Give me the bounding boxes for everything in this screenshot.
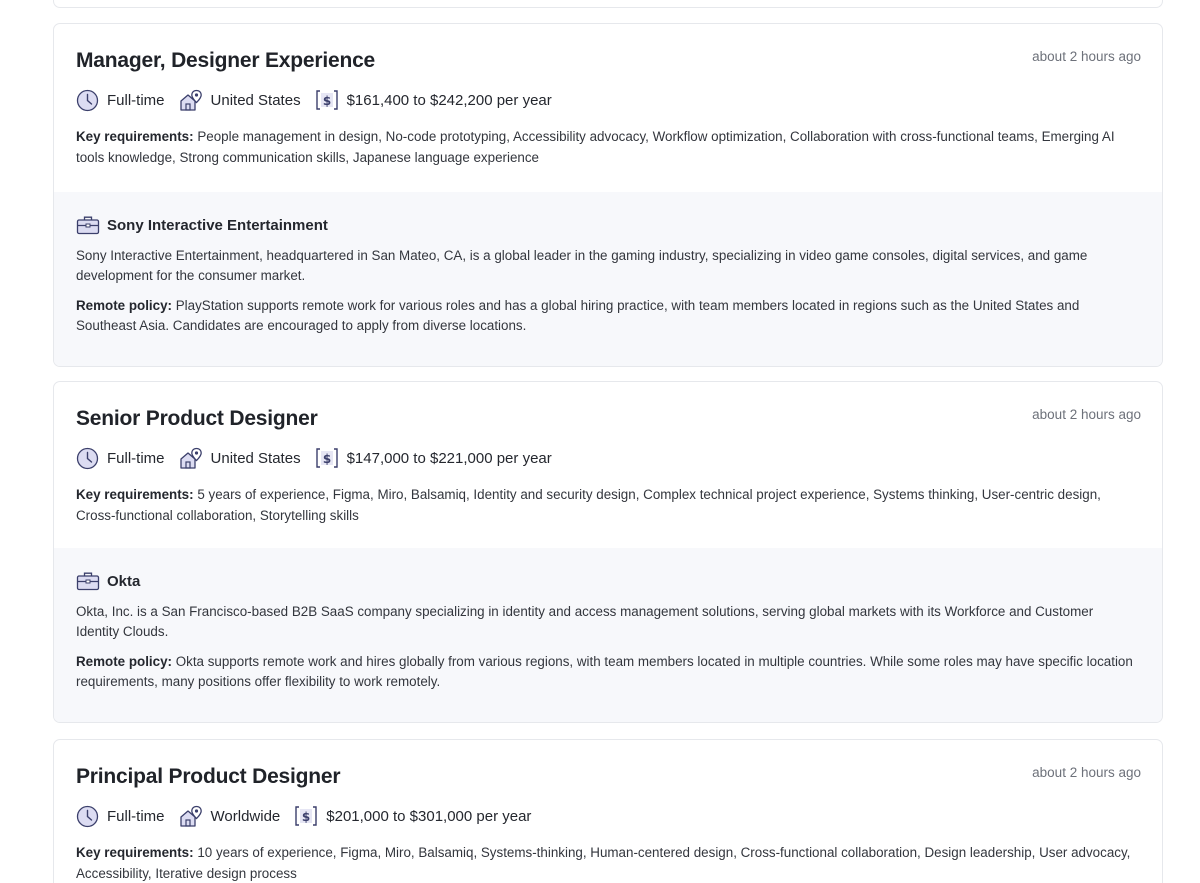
location-label: Worldwide — [210, 807, 281, 825]
remote-policy-label: Remote policy: — [76, 298, 172, 313]
company-name[interactable]: Okta — [107, 573, 140, 590]
briefcase-icon — [76, 571, 100, 591]
key-requirements: Key requirements: People management in d… — [76, 127, 1140, 168]
job-location: United States — [179, 89, 301, 112]
svg-text:$: $ — [302, 810, 310, 824]
company-header: Sony Interactive Entertainment — [76, 214, 1140, 236]
posted-time: about 2 hours ago — [1032, 765, 1141, 780]
job-location: United States — [179, 447, 301, 470]
key-requirements-text: People management in design, No-code pro… — [76, 129, 1115, 165]
company-name[interactable]: Sony Interactive Entertainment — [107, 217, 328, 234]
job-card[interactable]: Principal Product Designer about 2 hours… — [53, 739, 1163, 883]
clock-icon — [76, 89, 99, 112]
company-panel: Okta Okta, Inc. is a San Francisco-based… — [54, 548, 1162, 722]
job-details: Principal Product Designer about 2 hours… — [54, 740, 1162, 883]
employment-type-label: Full-time — [107, 449, 165, 467]
clock-icon — [76, 805, 99, 828]
dollar-icon: $ — [315, 89, 339, 111]
key-requirements-label: Key requirements: — [76, 129, 194, 144]
location-label: United States — [210, 91, 301, 109]
job-meta: Full-time Worldwide $ $201,000 to $301,0… — [76, 804, 1140, 828]
previous-job-card[interactable] — [53, 0, 1163, 8]
key-requirements: Key requirements: 10 years of experience… — [76, 843, 1140, 883]
job-meta: Full-time United States $ $147,000 to $2… — [76, 446, 1140, 470]
company-description: Sony Interactive Entertainment, headquar… — [76, 248, 1088, 283]
key-requirements-text: 5 years of experience, Figma, Miro, Bals… — [76, 487, 1101, 523]
job-title[interactable]: Manager, Designer Experience — [76, 46, 1140, 76]
employment-type-label: Full-time — [107, 91, 165, 109]
remote-policy-text: Okta supports remote work and hires glob… — [76, 654, 1133, 689]
job-salary: $ $147,000 to $221,000 per year — [315, 447, 552, 469]
key-requirements-label: Key requirements: — [76, 845, 194, 860]
job-card[interactable]: Manager, Designer Experience about 2 hou… — [53, 23, 1163, 367]
house-location-icon — [179, 89, 203, 112]
salary-label: $201,000 to $301,000 per year — [326, 807, 532, 825]
remote-policy-label: Remote policy: — [76, 654, 172, 669]
company-description: Okta, Inc. is a San Francisco-based B2B … — [76, 604, 1094, 639]
house-location-icon — [179, 805, 203, 828]
employment-type: Full-time — [76, 89, 165, 112]
job-location: Worldwide — [179, 805, 281, 828]
employment-type: Full-time — [76, 447, 165, 470]
remote-policy-text: PlayStation supports remote work for var… — [76, 298, 1080, 333]
job-card[interactable]: Senior Product Designer about 2 hours ag… — [53, 381, 1163, 723]
posted-time: about 2 hours ago — [1032, 407, 1141, 422]
clock-icon — [76, 447, 99, 470]
job-feed: Manager, Designer Experience about 2 hou… — [0, 0, 1200, 883]
key-requirements-label: Key requirements: — [76, 487, 194, 502]
key-requirements: Key requirements: 5 years of experience,… — [76, 485, 1140, 526]
job-title[interactable]: Principal Product Designer — [76, 762, 1140, 792]
employment-type-label: Full-time — [107, 807, 165, 825]
remote-policy: Remote policy: Okta supports remote work… — [76, 652, 1140, 692]
job-details: Senior Product Designer about 2 hours ag… — [54, 382, 1162, 526]
svg-text:$: $ — [322, 94, 330, 108]
job-title[interactable]: Senior Product Designer — [76, 404, 1140, 434]
dollar-icon: $ — [315, 447, 339, 469]
house-location-icon — [179, 447, 203, 470]
job-meta: Full-time United States $ $161,400 to $2… — [76, 88, 1140, 112]
remote-policy: Remote policy: PlayStation supports remo… — [76, 296, 1140, 336]
employment-type: Full-time — [76, 805, 165, 828]
company-header: Okta — [76, 570, 1140, 592]
salary-label: $147,000 to $221,000 per year — [346, 449, 552, 467]
key-requirements-text: 10 years of experience, Figma, Miro, Bal… — [76, 845, 1131, 881]
job-details: Manager, Designer Experience about 2 hou… — [54, 24, 1162, 168]
briefcase-icon — [76, 215, 100, 235]
posted-time: about 2 hours ago — [1032, 49, 1141, 64]
dollar-icon: $ — [294, 805, 318, 827]
svg-text:$: $ — [322, 452, 330, 466]
company-panel: Sony Interactive Entertainment Sony Inte… — [54, 192, 1162, 366]
location-label: United States — [210, 449, 301, 467]
salary-label: $161,400 to $242,200 per year — [346, 91, 552, 109]
job-salary: $ $161,400 to $242,200 per year — [315, 89, 552, 111]
job-salary: $ $201,000 to $301,000 per year — [294, 805, 531, 827]
